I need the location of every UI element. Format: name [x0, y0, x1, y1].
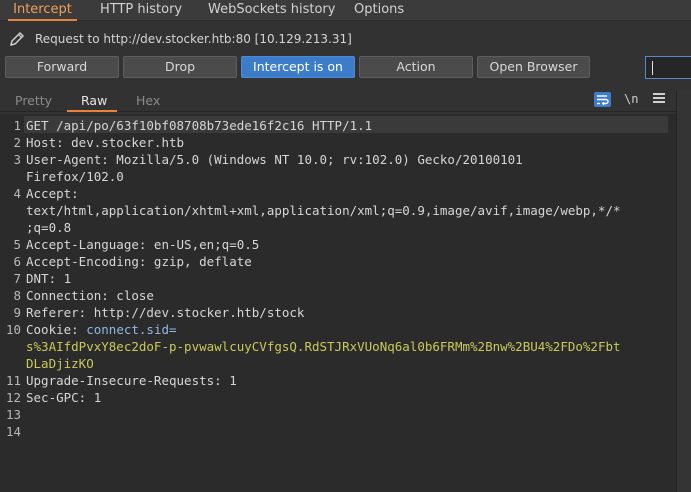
- tab-options[interactable]: Options: [354, 0, 404, 21]
- line-number: 5: [13, 237, 21, 252]
- newline-icon[interactable]: \n: [624, 92, 638, 106]
- request-line: Accept:: [26, 186, 79, 201]
- request-info-bar: Request to http://dev.stocker.htb:80 [10…: [0, 28, 691, 52]
- request-target-text: Request to http://dev.stocker.htb:80 [10…: [35, 32, 352, 46]
- request-line: Upgrade-Insecure-Requests: 1: [26, 373, 237, 388]
- drop-button[interactable]: Drop: [123, 56, 237, 78]
- line-number: 10: [5, 322, 21, 337]
- pencil-icon[interactable]: [8, 30, 26, 48]
- line-number: 7: [13, 271, 21, 286]
- request-line: Sec-GPC: 1: [26, 390, 102, 405]
- request-line: GET /api/po/63f10bf08708b73ede16f2c16 HT…: [26, 118, 373, 133]
- text-caret: [652, 61, 653, 75]
- request-line: text/html,application/xhtml+xml,applicat…: [26, 203, 621, 218]
- line-number: 8: [13, 288, 21, 303]
- top-tab-bar: Intercept HTTP history WebSockets histor…: [0, 0, 691, 21]
- request-line: DNT: 1: [26, 271, 72, 286]
- line-number: 14: [5, 424, 21, 439]
- tab-hex[interactable]: Hex: [136, 93, 160, 108]
- request-line: Cookie: connect.sid=: [26, 321, 177, 338]
- line-number: 1: [13, 118, 21, 133]
- action-button[interactable]: Action: [359, 56, 473, 78]
- line-number: 4: [13, 186, 21, 201]
- request-line: Accept-Language: en-US,en;q=0.5: [26, 237, 260, 252]
- forward-button[interactable]: Forward: [5, 56, 119, 78]
- tab-intercept[interactable]: Intercept: [8, 0, 77, 21]
- tab-websockets-history[interactable]: WebSockets history: [208, 0, 335, 21]
- intercept-toggle-button[interactable]: Intercept is on: [241, 56, 355, 78]
- cookie-value: s%3AIfdPvxY8ec2doF-p-pvwawlcuyCVfgsQ.RdS…: [26, 339, 621, 354]
- request-line: ;q=0.8: [26, 220, 72, 235]
- request-line: Firefox/102.0: [26, 169, 124, 184]
- line-number: 12: [5, 390, 21, 405]
- open-browser-button[interactable]: Open Browser: [477, 56, 590, 78]
- line-number: 11: [5, 373, 21, 388]
- header-name: Cookie:: [26, 322, 87, 337]
- menu-icon[interactable]: [653, 93, 665, 105]
- message-view-tabs: Pretty Raw Hex: [0, 91, 676, 112]
- inspector-strip: [676, 91, 691, 492]
- tab-http-history[interactable]: HTTP history: [100, 0, 182, 21]
- line-number: 6: [13, 254, 21, 269]
- line-number: 2: [13, 135, 21, 150]
- request-line: User-Agent: Mozilla/5.0 (Windows NT 10.0…: [26, 152, 523, 167]
- request-line: Accept-Encoding: gzip, deflate: [26, 254, 252, 269]
- cookie-value: DLaDjizKO: [26, 356, 94, 371]
- line-number: 3: [13, 152, 21, 167]
- request-line: Host: dev.stocker.htb: [26, 135, 185, 150]
- word-wrap-icon[interactable]: [594, 92, 611, 107]
- line-number: 9: [13, 305, 21, 320]
- cookie-name: connect.sid=: [86, 322, 177, 337]
- tab-raw[interactable]: Raw: [81, 93, 107, 108]
- request-line: Referer: http://dev.stocker.htb/stock: [26, 305, 305, 320]
- search-input[interactable]: [645, 56, 691, 79]
- active-tab-underline: [67, 110, 117, 112]
- line-number: 13: [5, 407, 21, 422]
- tab-pretty[interactable]: Pretty: [15, 93, 52, 108]
- request-line: Connection: close: [26, 288, 154, 303]
